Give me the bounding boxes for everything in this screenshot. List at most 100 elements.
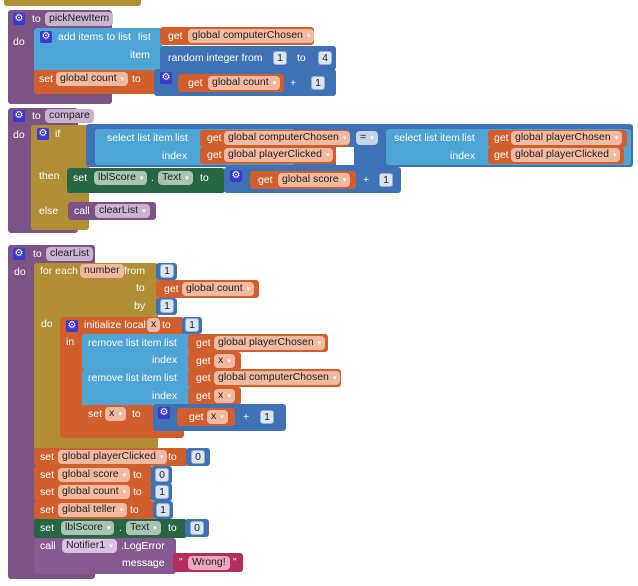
variable-name: x xyxy=(218,389,224,401)
text-field[interactable]: Wrong! xyxy=(188,556,230,570)
variable-dropdown[interactable]: x ▾ xyxy=(214,354,235,368)
get-x-block[interactable]: get x ▾ xyxy=(188,387,241,405)
remove-list-item-block[interactable]: remove list item list index xyxy=(82,334,192,370)
number-field[interactable]: 1 xyxy=(273,51,287,65)
get-global-count-block[interactable]: get global count ▾ xyxy=(178,74,284,92)
variable-dropdown[interactable]: global count ▾ xyxy=(182,282,255,296)
get-global-count-block[interactable]: get global count ▾ xyxy=(156,280,259,298)
get-computerChosen-block[interactable]: get global computerChosen ▾ xyxy=(188,369,341,387)
get-playerClicked-block[interactable]: get global playerClicked ▾ xyxy=(200,147,336,164)
dropdown-arrow-icon: ▾ xyxy=(118,411,122,418)
to-label: to xyxy=(133,486,142,498)
number-block[interactable]: 0 xyxy=(186,448,210,466)
number-field[interactable]: 1 xyxy=(379,173,393,187)
set-lblScore-text-block[interactable]: set lblScore ▾ . Text ▾ to xyxy=(34,519,187,538)
set-lblScore-text-block[interactable]: set lblScore ▾ . Text ▾ to xyxy=(67,168,225,193)
number-block[interactable]: 1 xyxy=(182,317,202,334)
call-clearList-block[interactable]: call clearList ▾ xyxy=(68,202,156,220)
property-dropdown[interactable]: Text ▾ xyxy=(158,171,193,185)
local-variable-field[interactable]: x xyxy=(147,318,161,332)
call-notifier-logerror-block[interactable]: call Notifier1 ▾ .LogError message xyxy=(34,538,176,574)
component-dropdown[interactable]: Notifier1 ▾ xyxy=(62,539,117,553)
text-string-block[interactable]: " Wrong! " xyxy=(173,553,243,572)
set-x-block[interactable]: set x ▾ to xyxy=(82,405,154,431)
number-field[interactable]: 1 xyxy=(155,485,169,499)
gear-icon[interactable]: ⚙ xyxy=(37,128,49,140)
variable-dropdown[interactable]: x ▾ xyxy=(105,407,126,421)
gear-icon[interactable]: ⚙ xyxy=(230,170,242,182)
procedure-dropdown[interactable]: clearList ▾ xyxy=(95,204,150,218)
gear-icon[interactable]: ⚙ xyxy=(158,407,170,419)
number-field[interactable]: 4 xyxy=(318,51,332,65)
get-playerChosen-block[interactable]: get global playerChosen ▾ xyxy=(488,130,627,147)
number-block[interactable]: 1 xyxy=(156,263,177,280)
number-block[interactable]: 1 xyxy=(151,483,172,501)
number-field[interactable]: 1 xyxy=(160,264,174,278)
variable-dropdown[interactable]: global computerChosen ▾ xyxy=(188,29,315,43)
number-block[interactable]: 1 xyxy=(153,501,173,519)
gear-icon[interactable]: ⚙ xyxy=(13,13,25,25)
to-label: to xyxy=(168,522,177,534)
variable-dropdown[interactable]: global computerChosen ▾ xyxy=(224,131,351,145)
set-teller-block[interactable]: set global teller ▾ to xyxy=(34,501,156,519)
get-x-block[interactable]: get x ▾ xyxy=(188,352,241,370)
number-block[interactable]: 0 xyxy=(185,519,209,537)
get-x-block[interactable]: get x ▾ xyxy=(177,408,235,426)
random-integer-block[interactable]: random integer from 1 to 4 xyxy=(160,46,336,70)
number-field[interactable]: 1 xyxy=(185,318,199,332)
number-field[interactable]: 1 xyxy=(260,410,274,424)
variable-dropdown[interactable]: global count ▾ xyxy=(58,485,131,499)
to-label: to xyxy=(32,13,41,25)
variable-dropdown[interactable]: global computerChosen ▾ xyxy=(214,371,341,385)
number-field[interactable]: 1 xyxy=(156,503,170,517)
variable-dropdown[interactable]: global count ▾ xyxy=(208,76,281,90)
procedure-name-field[interactable]: pickNewItem xyxy=(45,12,114,26)
number-field[interactable]: 1 xyxy=(311,76,325,90)
dropdown-arrow-icon: ▾ xyxy=(272,80,277,87)
variable-dropdown[interactable]: x ▾ xyxy=(207,410,228,424)
procedure-name-field[interactable]: clearList xyxy=(46,247,94,261)
variable-dropdown[interactable]: global playerChosen ▾ xyxy=(511,131,623,145)
then-label: then xyxy=(39,170,60,182)
set-playerClicked-block[interactable]: set global playerClicked ▾ to xyxy=(34,448,188,466)
gear-icon[interactable]: ⚙ xyxy=(13,248,25,260)
number-field[interactable]: 1 xyxy=(160,299,174,313)
remove-list-item-block[interactable]: remove list item list index xyxy=(82,370,192,406)
offscreen-block[interactable] xyxy=(4,0,141,6)
get-playerChosen-block[interactable]: get global playerChosen ▾ xyxy=(188,334,328,352)
get-global-score-block[interactable]: get global score ▾ xyxy=(250,171,356,189)
component-dropdown[interactable]: lblScore ▾ xyxy=(61,521,115,535)
get-computerChosen-block[interactable]: get global computerChosen ▾ xyxy=(200,130,351,147)
component-dropdown[interactable]: lblScore ▾ xyxy=(94,171,148,185)
number-block[interactable]: 0 xyxy=(151,466,172,484)
variable-dropdown[interactable]: global count ▾ xyxy=(56,72,129,86)
gear-icon[interactable]: ⚙ xyxy=(160,72,172,84)
set-count-block[interactable]: set global count ▾ to xyxy=(34,483,153,501)
set-global-count-block[interactable]: set global count ▾ to xyxy=(34,70,156,94)
property-dropdown[interactable]: Text ▾ xyxy=(126,521,161,535)
gear-icon[interactable]: ⚙ xyxy=(66,320,78,332)
variable-dropdown[interactable]: global playerClicked ▾ xyxy=(58,450,168,464)
variable-dropdown[interactable]: global playerClicked ▾ xyxy=(224,148,334,162)
get-playerClicked-block[interactable]: get global playerClicked ▾ xyxy=(488,147,624,164)
list-socket-label: list xyxy=(175,132,188,144)
variable-dropdown[interactable]: global score ▾ xyxy=(58,468,131,482)
loop-variable-field[interactable]: number xyxy=(80,264,124,278)
number-field[interactable]: 0 xyxy=(190,521,204,535)
gear-icon[interactable]: ⚙ xyxy=(13,110,25,122)
number-block[interactable]: 1 xyxy=(156,298,177,315)
add-items-to-list-block[interactable]: ⚙ add items to list list item xyxy=(34,28,162,72)
gear-icon[interactable]: ⚙ xyxy=(40,31,52,43)
dropdown-arrow-icon: ▾ xyxy=(185,175,189,182)
get-computerChosen-block[interactable]: get global computerChosen ▾ xyxy=(160,27,315,45)
variable-dropdown[interactable]: global playerChosen ▾ xyxy=(214,336,326,350)
number-field[interactable]: 0 xyxy=(191,450,205,464)
variable-dropdown[interactable]: x ▾ xyxy=(214,389,235,403)
number-field[interactable]: 0 xyxy=(155,468,169,482)
variable-dropdown[interactable]: global playerClicked ▾ xyxy=(511,148,621,162)
procedure-name-field[interactable]: compare xyxy=(45,109,94,123)
variable-dropdown[interactable]: global score ▾ xyxy=(278,173,351,187)
variable-dropdown[interactable]: global teller ▾ xyxy=(58,503,128,517)
operator-dropdown[interactable]: = ▾ xyxy=(356,131,378,145)
set-score-block[interactable]: set global score ▾ to xyxy=(34,466,153,484)
